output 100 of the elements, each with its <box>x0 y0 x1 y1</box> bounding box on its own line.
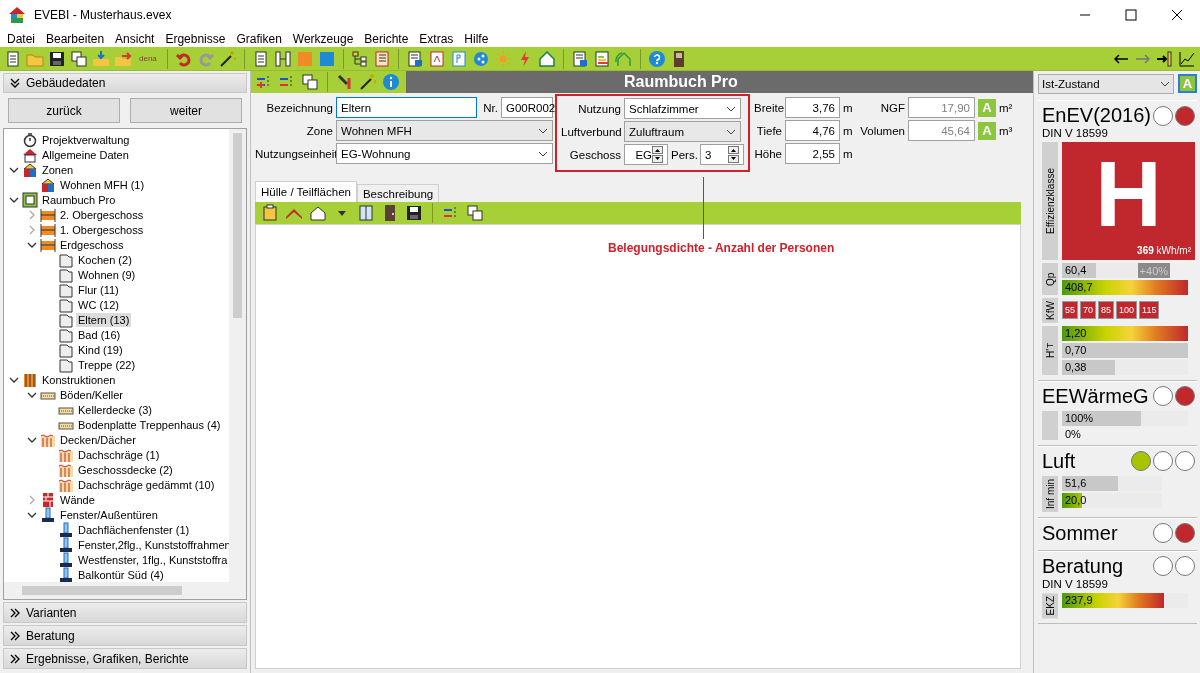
tree-item[interactable]: Geschossdecke (2) <box>76 462 175 477</box>
report-icon[interactable] <box>405 49 424 68</box>
double-chevron-icon[interactable] <box>10 607 20 618</box>
pdf-icon[interactable] <box>427 49 446 68</box>
import-icon[interactable] <box>92 49 110 68</box>
save-icon[interactable] <box>405 204 423 222</box>
report-icon[interactable] <box>570 49 589 68</box>
tree-item[interactable]: Bodenplatte Treppenhaus (4) <box>76 417 223 432</box>
copy-icon[interactable] <box>70 49 88 68</box>
ruler-icon[interactable] <box>273 49 292 68</box>
bar-value: 60,4 <box>1065 264 1087 276</box>
tree-item[interactable]: Wohnen MFH (1) <box>58 177 147 192</box>
tree-item[interactable]: Fenster/Außentüren <box>58 507 160 522</box>
tree-item[interactable]: 2. Obergeschoss <box>58 207 146 222</box>
info-icon[interactable] <box>382 73 400 91</box>
airflow-dropdown[interactable]: Zuluftraum <box>624 121 741 142</box>
spin-up-icon[interactable] <box>652 146 663 154</box>
dena-logo[interactable]: dena <box>136 54 160 63</box>
tab[interactable]: Hülle / Teilflächen <box>255 181 357 202</box>
dimension-field[interactable]: 3,76 <box>785 97 840 118</box>
menu-item[interactable]: Bearbeiten <box>41 31 111 46</box>
tree-item[interactable]: Eltern (13) <box>76 312 132 327</box>
persons-spinner[interactable]: 3 <box>700 144 744 165</box>
tree-item[interactable]: Decken/Dächer <box>58 432 138 447</box>
copy-icon[interactable] <box>466 204 484 222</box>
vertical-scrollbar[interactable] <box>229 129 246 582</box>
tree-item[interactable]: Dachschräge gedämmt (10) <box>76 477 217 492</box>
horizontal-scrollbar[interactable] <box>4 582 246 599</box>
collapsed-section[interactable]: Ergebnisse, Grafiken, Berichte <box>3 648 247 669</box>
menu-item[interactable]: Hilfe <box>459 31 495 46</box>
tree-item[interactable]: Dachschräge (1) <box>76 447 162 462</box>
kfw-step: 115 <box>1139 301 1160 320</box>
name-field[interactable]: Eltern <box>336 97 477 118</box>
tools-icon[interactable] <box>336 73 354 91</box>
help-icon[interactable] <box>647 49 666 68</box>
tree-item[interactable]: Wände <box>58 492 97 507</box>
nav-button[interactable]: zurück <box>8 98 120 123</box>
menu-item[interactable]: Extras <box>414 31 460 46</box>
save-icon[interactable] <box>48 49 66 68</box>
menu-item[interactable]: Werkzeuge <box>287 31 360 46</box>
tree-item[interactable]: Kochen (2) <box>76 252 134 267</box>
menu-item[interactable]: Grafiken <box>231 31 288 46</box>
window-icon[interactable] <box>357 204 375 222</box>
zone-dropdown[interactable]: Wohnen MFH <box>336 120 553 141</box>
panel-header[interactable]: Gebäudedaten <box>3 73 247 93</box>
collapsed-section[interactable]: Varianten <box>3 602 247 623</box>
collapsed-section[interactable]: Beratung <box>3 625 247 646</box>
tree-item[interactable]: Kind (19) <box>76 342 125 357</box>
double-chevron-icon[interactable] <box>10 653 20 664</box>
tree-item[interactable]: Raumbuch Pro <box>40 192 118 207</box>
export-icon[interactable] <box>114 49 132 68</box>
spin-down-icon[interactable] <box>728 155 739 163</box>
double-chevron-icon[interactable] <box>10 630 20 641</box>
tree-item[interactable]: WC (12) <box>76 297 121 312</box>
tab[interactable]: Beschreibung <box>356 184 440 202</box>
spin-up-icon[interactable] <box>728 146 739 154</box>
tree-item[interactable]: Projektverwaltung <box>40 132 132 147</box>
tree-item[interactable]: Erdgeschoss <box>58 237 126 252</box>
document-icon[interactable] <box>4 49 22 68</box>
spin-down-icon[interactable] <box>652 155 663 163</box>
storey-spinner[interactable]: EG <box>624 144 668 165</box>
clipboard-icon[interactable] <box>261 204 279 222</box>
copy-icon[interactable] <box>301 73 319 91</box>
nav-button[interactable]: weiter <box>130 98 242 123</box>
tree-item[interactable]: Böden/Keller <box>58 387 125 402</box>
variant-dropdown[interactable]: Ist-Zustand <box>1038 73 1174 94</box>
tree-item[interactable]: Dachflächenfenster (1) <box>76 522 192 537</box>
tree-item[interactable]: Konstruktionen <box>40 372 118 387</box>
menu-item[interactable]: Ansicht <box>110 31 161 46</box>
tree-item[interactable]: Kellerdecke (3) <box>76 402 154 417</box>
unit-dropdown[interactable]: EG-Wohnung <box>336 143 553 164</box>
tree-item[interactable]: Bad (16) <box>76 327 123 342</box>
tree-item[interactable]: Zonen <box>40 162 76 177</box>
arrow-bar-icon[interactable] <box>1156 49 1174 68</box>
tree-item[interactable]: Allgemeine Daten <box>40 147 131 162</box>
roof-icon <box>58 446 74 463</box>
number-field[interactable]: G00R002 <box>501 97 553 118</box>
tree-item[interactable]: Balkontür Süd (4) <box>76 567 166 582</box>
share-icon[interactable] <box>471 49 490 68</box>
wand-icon[interactable] <box>359 73 377 91</box>
menu-item[interactable]: Berichte <box>359 31 415 46</box>
usage-dropdown[interactable]: Schlafzimmer <box>624 98 741 119</box>
tree-item[interactable]: 1. Obergeschoss <box>58 222 146 237</box>
tree-item[interactable]: Wohnen (9) <box>76 267 138 282</box>
house-icon[interactable] <box>309 204 327 222</box>
menu-item[interactable]: Ergebnisse <box>160 31 232 46</box>
tree-item[interactable]: Westfenster, 1flg., Kunststoffra <box>76 552 229 567</box>
tree-item[interactable]: Flur (11) <box>76 282 121 297</box>
energy-report-icon[interactable] <box>592 49 611 68</box>
dimension-field[interactable]: 4,76 <box>785 120 840 141</box>
app-logo-icon <box>8 6 26 24</box>
tree-item[interactable]: Treppe (22) <box>76 357 138 372</box>
dimension-field[interactable]: 2,55 <box>785 143 840 164</box>
hierarchy-icon[interactable] <box>350 49 369 68</box>
chart-icon[interactable] <box>1178 49 1196 68</box>
page-icon[interactable] <box>449 49 468 68</box>
double-chevron-icon[interactable] <box>10 78 20 88</box>
wand-icon[interactable] <box>218 49 237 68</box>
menu-item[interactable]: Datei <box>2 31 41 46</box>
house-icon[interactable] <box>537 49 556 68</box>
